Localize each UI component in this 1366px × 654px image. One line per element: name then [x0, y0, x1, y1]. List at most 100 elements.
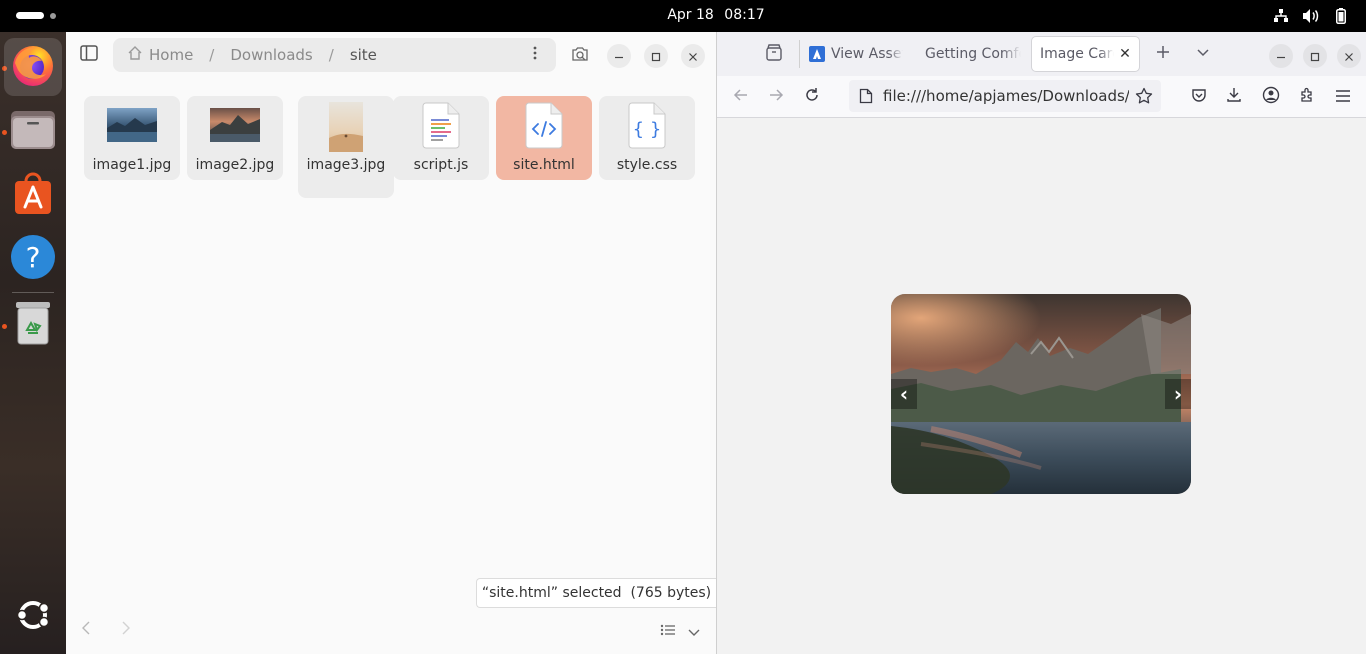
files-headerbar: Home / Downloads / site	[66, 32, 716, 80]
tab-view-assets[interactable]: View Assets	[809, 37, 911, 71]
back-button[interactable]	[80, 620, 100, 640]
dock-app-center[interactable]	[4, 166, 62, 224]
kebab-menu-icon	[533, 46, 537, 64]
breadcrumb-downloads-label: Downloads	[230, 46, 313, 64]
list-all-tabs-button[interactable]	[1195, 44, 1215, 64]
files-window: Home / Downloads / site image1.jpg image…	[66, 32, 716, 654]
app-center-icon	[13, 171, 53, 219]
carousel-next-label: ›	[1173, 382, 1183, 406]
tab-strip: View Assets Getting Comfortable Image Ca…	[717, 32, 1366, 76]
list-view-icon	[660, 622, 676, 641]
minimize-icon	[614, 47, 624, 66]
battery-icon[interactable]	[1332, 7, 1350, 25]
clock[interactable]: Apr 18 08:17	[0, 7, 1366, 23]
tab-separator	[799, 40, 800, 68]
file-item[interactable]: script.js	[393, 96, 489, 180]
forward-button[interactable]	[120, 620, 140, 640]
folder-menu-button[interactable]	[526, 46, 544, 64]
network-icon[interactable]	[1272, 7, 1290, 25]
plus-icon	[1155, 45, 1171, 64]
minimize-icon	[1276, 47, 1286, 66]
view-options-dropdown[interactable]	[688, 622, 706, 640]
files-icon	[10, 108, 56, 154]
minimize-button[interactable]	[607, 44, 631, 68]
carousel-image	[891, 294, 1191, 494]
file-item[interactable]: image3.jpg	[298, 96, 394, 198]
account-button[interactable]	[1261, 86, 1281, 108]
html-file-icon	[524, 102, 564, 154]
ubuntu-icon	[14, 596, 52, 638]
help-icon: ?	[10, 234, 56, 284]
reload-icon	[804, 87, 820, 107]
chevron-right-icon	[120, 620, 132, 641]
tab-image-carousel[interactable]: Image Carousel ✕	[1032, 37, 1139, 71]
page-content: ‹ ›	[717, 118, 1366, 654]
clock-time: 08:17	[724, 7, 765, 23]
file-item[interactable]: { } style.css	[599, 96, 695, 180]
breadcrumb-separator: /	[328, 46, 334, 64]
tab-getting-comfortable[interactable]: Getting Comfortable	[925, 37, 1025, 71]
file-item-selected[interactable]: site.html	[496, 96, 592, 180]
address-bar[interactable]: file:///home/apjames/Downloads/site/site…	[849, 80, 1161, 112]
breadcrumb-downloads[interactable]: Downloads	[230, 46, 312, 64]
file-item[interactable]: image1.jpg	[84, 96, 180, 180]
trash-icon	[13, 300, 53, 350]
maximize-button[interactable]	[1303, 44, 1327, 68]
tab-close-icon[interactable]: ✕	[1117, 46, 1133, 62]
chevron-down-icon	[1195, 45, 1211, 64]
breadcrumb: Home / Downloads / site	[113, 38, 556, 72]
dock-firefox[interactable]	[4, 38, 62, 96]
image-thumbnail-icon	[210, 108, 260, 146]
hamburger-menu-icon	[1335, 88, 1351, 107]
back-button[interactable]	[731, 87, 751, 107]
breadcrumb-home[interactable]: Home	[127, 45, 193, 65]
extensions-button[interactable]	[1297, 87, 1317, 107]
downloads-button[interactable]	[1224, 87, 1244, 107]
reload-button[interactable]	[802, 87, 822, 107]
image-carousel: ‹ ›	[891, 294, 1191, 494]
carousel-next-button[interactable]: ›	[1165, 379, 1191, 409]
file-name: image2.jpg	[195, 157, 275, 173]
forward-button[interactable]	[766, 87, 786, 107]
arrow-left-icon	[733, 87, 749, 107]
selection-status-text: “site.html” selected (765 bytes)	[481, 585, 712, 601]
sidebar-toggle-button[interactable]	[78, 44, 100, 66]
maximize-button[interactable]	[644, 44, 668, 68]
selection-status: “site.html” selected (765 bytes)	[476, 578, 716, 608]
bookmark-star-icon[interactable]	[1135, 87, 1153, 105]
breadcrumb-home-label: Home	[149, 46, 194, 64]
firefox-view-icon	[765, 44, 783, 66]
minimize-button[interactable]	[1269, 44, 1293, 68]
chevron-left-icon	[80, 620, 92, 641]
file-item[interactable]: image2.jpg	[187, 96, 283, 180]
view-mode-button[interactable]	[660, 622, 680, 640]
pocket-icon	[1191, 87, 1207, 107]
atlassian-favicon-icon	[809, 46, 825, 62]
pocket-button[interactable]	[1189, 87, 1209, 107]
file-name: site.html	[513, 157, 575, 173]
dock-show-apps[interactable]	[4, 588, 62, 646]
breadcrumb-separator: /	[209, 46, 215, 64]
dock-help[interactable]: ?	[4, 230, 62, 288]
download-icon	[1226, 87, 1242, 107]
dock-trash[interactable]	[4, 296, 62, 354]
search-button[interactable]	[568, 44, 592, 68]
svg-text:?: ?	[26, 241, 41, 274]
app-menu-button[interactable]	[1333, 87, 1353, 107]
account-icon	[1262, 86, 1280, 108]
volume-icon[interactable]	[1302, 7, 1320, 25]
new-tab-button[interactable]	[1155, 44, 1175, 64]
maximize-icon	[651, 47, 661, 66]
close-button[interactable]	[1337, 44, 1361, 68]
maximize-icon	[1310, 47, 1320, 66]
sidebar-icon	[80, 45, 98, 65]
file-name: style.css	[616, 157, 678, 173]
breadcrumb-current[interactable]: site	[350, 46, 377, 64]
firefox-view-button[interactable]	[765, 44, 785, 64]
close-button[interactable]	[681, 44, 705, 68]
system-tray[interactable]	[1272, 7, 1350, 25]
file-name: image3.jpg	[306, 157, 386, 173]
svg-text:{ }: { }	[633, 119, 662, 140]
dock-files[interactable]	[4, 102, 62, 160]
carousel-prev-button[interactable]: ‹	[891, 379, 917, 409]
